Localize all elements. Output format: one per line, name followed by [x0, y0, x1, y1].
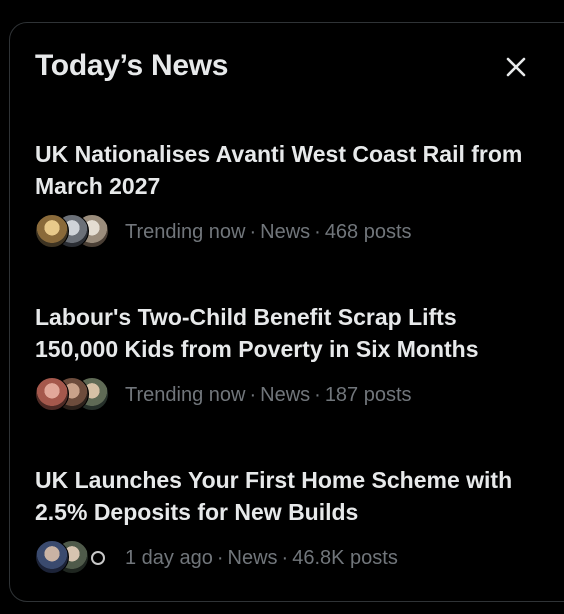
- avatar: [91, 551, 105, 565]
- avatar-group: [35, 540, 111, 576]
- news-headline: UK Nationalises Avanti West Coast Rail f…: [35, 141, 523, 199]
- avatar: [35, 377, 69, 411]
- close-button[interactable]: [502, 53, 530, 81]
- news-time: Trending now: [125, 383, 246, 406]
- news-category: News: [260, 383, 311, 406]
- news-meta: Trending now · News · 468 posts: [35, 214, 540, 250]
- news-item[interactable]: Labour's Two-Child Benefit Scrap Lifts 1…: [35, 301, 540, 413]
- news-meta: 1 day ago · News · 46.8K posts: [35, 540, 540, 576]
- news-meta-text: Trending now · News · 187 posts: [125, 383, 412, 406]
- avatar: [35, 540, 69, 574]
- todays-news-panel: Today’s News UK Nationalises Avanti West…: [9, 22, 564, 602]
- news-item[interactable]: UK Nationalises Avanti West Coast Rail f…: [35, 138, 540, 250]
- news-meta: Trending now · News · 187 posts: [35, 377, 540, 413]
- avatar-group: [35, 377, 111, 413]
- news-post-count: 46.8K posts: [292, 546, 398, 569]
- news-headline: UK Launches Your First Home Scheme with …: [35, 467, 513, 525]
- news-headline: Labour's Two-Child Benefit Scrap Lifts 1…: [35, 304, 479, 362]
- news-category: News: [260, 220, 311, 243]
- avatar: [35, 214, 69, 248]
- news-time: Trending now: [125, 220, 246, 243]
- news-meta-text: Trending now · News · 468 posts: [125, 220, 412, 243]
- news-category: News: [227, 546, 278, 569]
- panel-title: Today’s News: [35, 49, 229, 82]
- news-time: 1 day ago: [125, 546, 213, 569]
- news-post-count: 468 posts: [324, 220, 412, 243]
- news-item[interactable]: UK Launches Your First Home Scheme with …: [35, 464, 540, 576]
- news-post-count: 187 posts: [324, 383, 412, 406]
- close-icon: [506, 57, 526, 77]
- news-meta-text: 1 day ago · News · 46.8K posts: [125, 546, 398, 569]
- avatar-group: [35, 214, 111, 250]
